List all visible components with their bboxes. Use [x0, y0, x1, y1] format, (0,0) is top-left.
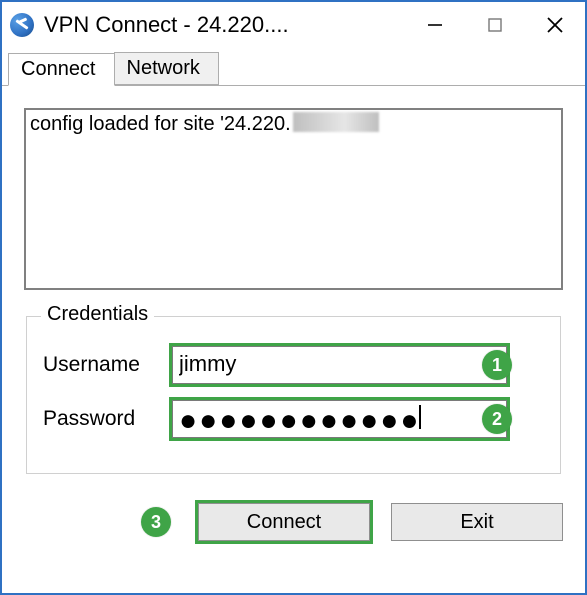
minimize-button[interactable]: [405, 2, 465, 48]
tab-connect[interactable]: Connect: [8, 53, 115, 86]
redacted-segment: [293, 112, 379, 132]
titlebar[interactable]: VPN Connect - 24.220....: [2, 2, 585, 48]
password-input[interactable]: ●●●●●●●●●●●●: [172, 400, 507, 438]
connect-button-highlight: Connect: [195, 500, 373, 544]
close-button[interactable]: [525, 2, 585, 48]
window-controls: [405, 2, 585, 48]
window-title: VPN Connect - 24.220....: [44, 12, 289, 38]
username-input[interactable]: [172, 346, 507, 384]
app-window: VPN Connect - 24.220.... Connect Network…: [0, 0, 587, 595]
username-row: Username 1: [41, 343, 510, 387]
username-input-highlight: [169, 343, 510, 387]
credentials-legend: Credentials: [41, 303, 154, 326]
maximize-icon: [487, 17, 503, 33]
tabstrip: Connect Network: [2, 50, 585, 86]
minimize-icon: [426, 16, 444, 34]
password-mask: ●●●●●●●●●●●●: [179, 404, 420, 437]
tab-network[interactable]: Network: [114, 52, 219, 85]
connect-button[interactable]: Connect: [198, 503, 370, 541]
text-caret: [419, 405, 421, 429]
vpn-globe-icon: [10, 13, 34, 37]
maximize-button[interactable]: [465, 2, 525, 48]
password-label: Password: [41, 407, 169, 431]
status-log-line: config loaded for site '24.220.: [30, 113, 379, 135]
button-row: 3 Connect Exit: [2, 486, 585, 544]
close-icon: [546, 16, 564, 34]
credentials-group: Credentials Username 1 Password ●●●●●●●●…: [26, 316, 561, 474]
password-input-highlight: ●●●●●●●●●●●●: [169, 397, 510, 441]
exit-button[interactable]: Exit: [391, 503, 563, 541]
tab-content: config loaded for site '24.220. Credenti…: [2, 86, 585, 486]
password-row: Password ●●●●●●●●●●●● 2: [41, 397, 510, 441]
callout-badge-1: 1: [482, 350, 512, 380]
username-label: Username: [41, 353, 169, 377]
callout-badge-3: 3: [141, 507, 171, 537]
status-log-text: config loaded for site '24.220.: [30, 113, 291, 135]
callout-badge-2: 2: [482, 404, 512, 434]
status-log[interactable]: config loaded for site '24.220.: [24, 108, 563, 290]
